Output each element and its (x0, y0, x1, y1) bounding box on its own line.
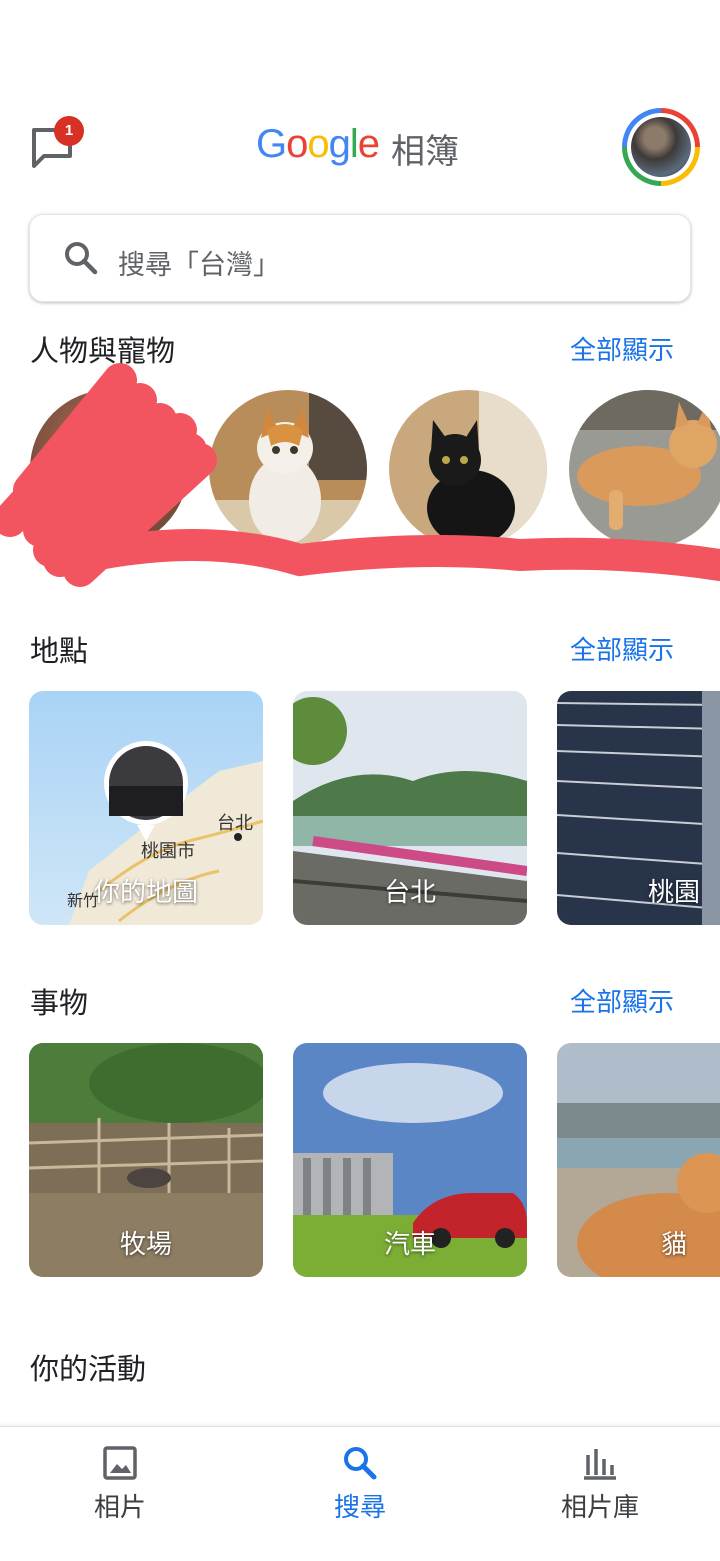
nav-search[interactable]: 搜尋 (240, 1427, 480, 1561)
people-section-title: 人物與寵物 (30, 334, 176, 368)
nav-label: 相片庫 (560, 1493, 639, 1523)
nav-label: 搜尋 (333, 1493, 386, 1523)
search-icon (344, 1447, 377, 1480)
place-card[interactable]: 桃園 (557, 691, 720, 925)
place-card[interactable]: 台北 (293, 691, 527, 925)
thing-card[interactable]: 牧場 (29, 1043, 263, 1277)
nav-library[interactable]: 相片庫 (480, 1427, 720, 1561)
place-card-map[interactable]: 桃園市 台北 新竹 你的地圖 (29, 691, 263, 925)
pet-avatar[interactable] (209, 390, 367, 548)
logo-letter: o (307, 122, 329, 166)
card-label: 汽車 (383, 1230, 436, 1260)
nav-label: 相片 (93, 1493, 146, 1523)
avatar-image (631, 117, 691, 177)
activity-section-title: 你的活動 (30, 1352, 147, 1386)
bottom-navigation: 相片 搜尋 相片庫 (0, 1426, 720, 1561)
person-avatar[interactable] (30, 390, 188, 548)
notification-badge: 1 (54, 116, 84, 146)
logo-letter: g (328, 122, 351, 166)
card-label: 你的地圖 (93, 878, 198, 908)
orange-cat-photo (569, 390, 720, 548)
thing-card[interactable]: 貓 (557, 1043, 720, 1277)
logo-letter: o (286, 122, 308, 166)
search-icon (65, 242, 98, 275)
things-show-all-link[interactable]: 全部顯示 (570, 982, 674, 1019)
app-title: 相簿 (391, 132, 459, 172)
thing-card[interactable]: 汽車 (293, 1043, 527, 1277)
card-label: 貓 (660, 1230, 687, 1260)
map-pin-label: 桃園市 (141, 841, 195, 862)
card-label: 桃園 (647, 878, 700, 908)
search-input[interactable]: 搜尋「台灣」 (118, 243, 280, 282)
people-show-all-link[interactable]: 全部顯示 (570, 330, 674, 367)
library-icon (584, 1449, 616, 1480)
places-show-all-link[interactable]: 全部顯示 (570, 630, 674, 667)
map-city-label: 台北 (217, 813, 253, 834)
pet-avatar[interactable] (569, 390, 720, 548)
places-section-title: 地點 (30, 634, 89, 668)
logo-letter: l (349, 122, 359, 166)
black-cat-photo (389, 390, 547, 548)
photo-icon (103, 1446, 137, 1480)
card-label: 台北 (383, 878, 436, 908)
nav-photos[interactable]: 相片 (0, 1427, 240, 1561)
logo-letter: G (256, 122, 287, 166)
search-bar[interactable]: 搜尋「台灣」 (29, 214, 691, 302)
pet-avatar[interactable] (389, 390, 547, 548)
things-section-title: 事物 (30, 986, 89, 1020)
cat-photo (209, 390, 367, 548)
avatar[interactable] (627, 113, 695, 181)
logo-letter: e (357, 122, 380, 166)
google-logo: Google (256, 122, 380, 167)
card-label: 牧場 (119, 1230, 172, 1260)
